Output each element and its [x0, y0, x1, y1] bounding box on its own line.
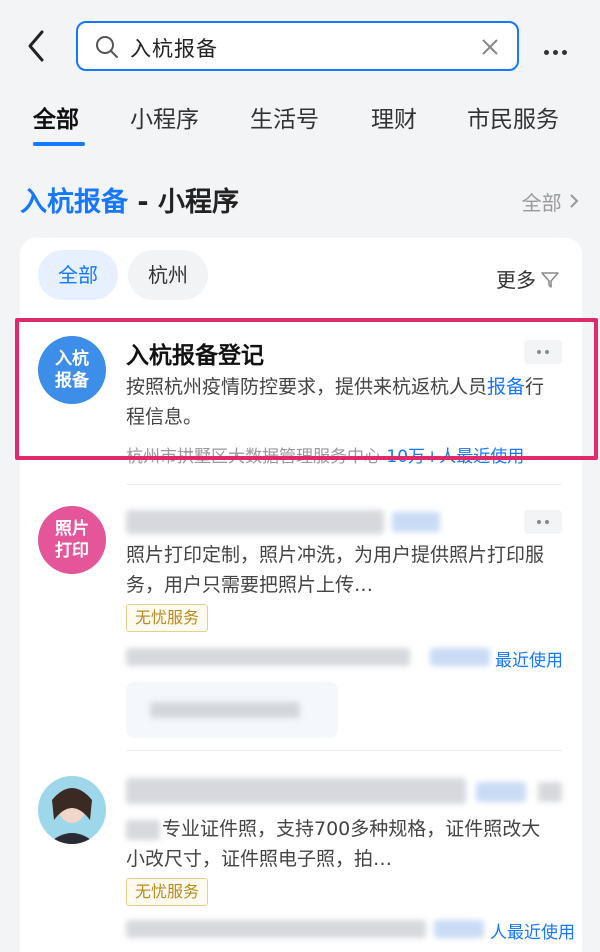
redacted-tag	[392, 512, 440, 532]
back-icon[interactable]	[22, 28, 52, 64]
section-all-label: 全部	[521, 191, 562, 215]
tab-all[interactable]: 全部	[33, 100, 79, 134]
result-title: 入杭报备登记	[126, 343, 264, 369]
tab-finance[interactable]: 理财	[371, 100, 417, 134]
search-icon	[94, 34, 120, 60]
more-icon[interactable]	[524, 340, 562, 364]
category-tabs: 全部 小程序 生活号 理财 市民服务	[0, 96, 600, 150]
ruhang-logo-text: 入杭 报备	[55, 349, 89, 391]
result-description: 专业证件照，支持700多种规格，证件照改大小改尺寸，证件照电子照，拍…	[126, 818, 541, 870]
redacted-title	[126, 510, 384, 534]
usage-count: 10万+人最近使用	[386, 447, 525, 467]
service-badge: 无忧服务	[126, 604, 209, 632]
result-item-ruhang[interactable]: 入杭 报备 入杭报备登记 按照杭州疫情防控要求，提供来杭返杭人员报备行程信息。 …	[20, 324, 582, 467]
tab-mini-programs[interactable]: 小程序	[130, 100, 199, 134]
search-input[interactable]: 入杭报备	[76, 21, 519, 71]
photo-print-logo-text: 照片 打印	[55, 519, 89, 561]
service-entry[interactable]	[126, 682, 338, 738]
desc-keyword: 报备	[487, 376, 526, 398]
redacted-count	[434, 920, 484, 938]
filter-icon	[541, 272, 559, 288]
usage-label: 人最近使用	[490, 923, 575, 943]
result-description: 按照杭州疫情防控要求，提供来杭返杭人员报备行程信息。	[126, 372, 556, 432]
id-photo-logo	[38, 776, 106, 844]
desc-text: 按照杭州疫情防控要求，提供来杭返杭人员	[126, 376, 488, 398]
redacted-service	[150, 702, 300, 718]
more-options-icon[interactable]	[544, 40, 576, 55]
usage-label: 最近使用	[495, 651, 563, 671]
section-keyword: 入杭报备	[20, 187, 128, 218]
tab-active-indicator	[33, 142, 85, 146]
top-bar: 入杭报备 全部 小程序 生活号 理财 市民服务	[0, 0, 600, 150]
section-all-link[interactable]: 全部	[522, 187, 580, 216]
search-value: 入杭报备	[130, 37, 218, 61]
results-card: 全部 杭州 更多 入杭 报备 入杭报备登记 按照杭州疫情防控要求，提供来杭返杭人…	[20, 238, 582, 952]
redacted-button	[538, 782, 562, 802]
usage-count: 最近使用	[495, 646, 563, 671]
photo-print-logo: 照片 打印	[38, 506, 106, 574]
tab-citizen-services[interactable]: 市民服务	[467, 100, 559, 134]
redacted-title	[126, 778, 466, 804]
chevron-right-icon	[570, 194, 579, 208]
redacted-count	[430, 648, 490, 666]
filter-chip-hangzhou[interactable]: 杭州	[128, 250, 208, 300]
result-meta: 杭州市拱墅区大数据管理服务中心 10万+人最近使用	[126, 442, 524, 467]
redacted-provider	[126, 920, 426, 938]
section-suffix: - 小程序	[128, 187, 240, 218]
result-description: 照片打印定制，照片冲洗，为用户提供照片打印服务，用户只需要把照片上传…	[126, 544, 545, 596]
usage-count: 人最近使用	[490, 918, 575, 943]
redacted-tag	[476, 782, 526, 802]
more-filter-button[interactable]: 更多	[496, 264, 560, 293]
section-title: 入杭报备 - 小程序	[20, 180, 239, 219]
filter-chip-all[interactable]: 全部	[38, 250, 118, 300]
tab-life-accounts[interactable]: 生活号	[250, 100, 319, 134]
more-icon[interactable]	[524, 510, 562, 534]
provider-name: 杭州市拱墅区大数据管理服务中心	[126, 447, 381, 467]
clear-icon[interactable]	[479, 36, 501, 58]
result-item-photo-print[interactable]: 照片 打印 照片打印定制，照片冲洗，为用户提供照片打印服务，用户只需要把照片上传…	[20, 500, 582, 750]
result-item-id-photo[interactable]: 专业证件照，支持700多种规格，证件照改大小改尺寸，证件照电子照，拍… 无忧服务…	[20, 770, 582, 952]
divider	[126, 484, 562, 485]
divider	[126, 750, 562, 751]
ruhang-logo: 入杭 报备	[38, 336, 106, 404]
more-filter-label: 更多	[496, 268, 536, 292]
service-badge: 无忧服务	[126, 878, 209, 906]
redacted-provider	[126, 648, 410, 666]
